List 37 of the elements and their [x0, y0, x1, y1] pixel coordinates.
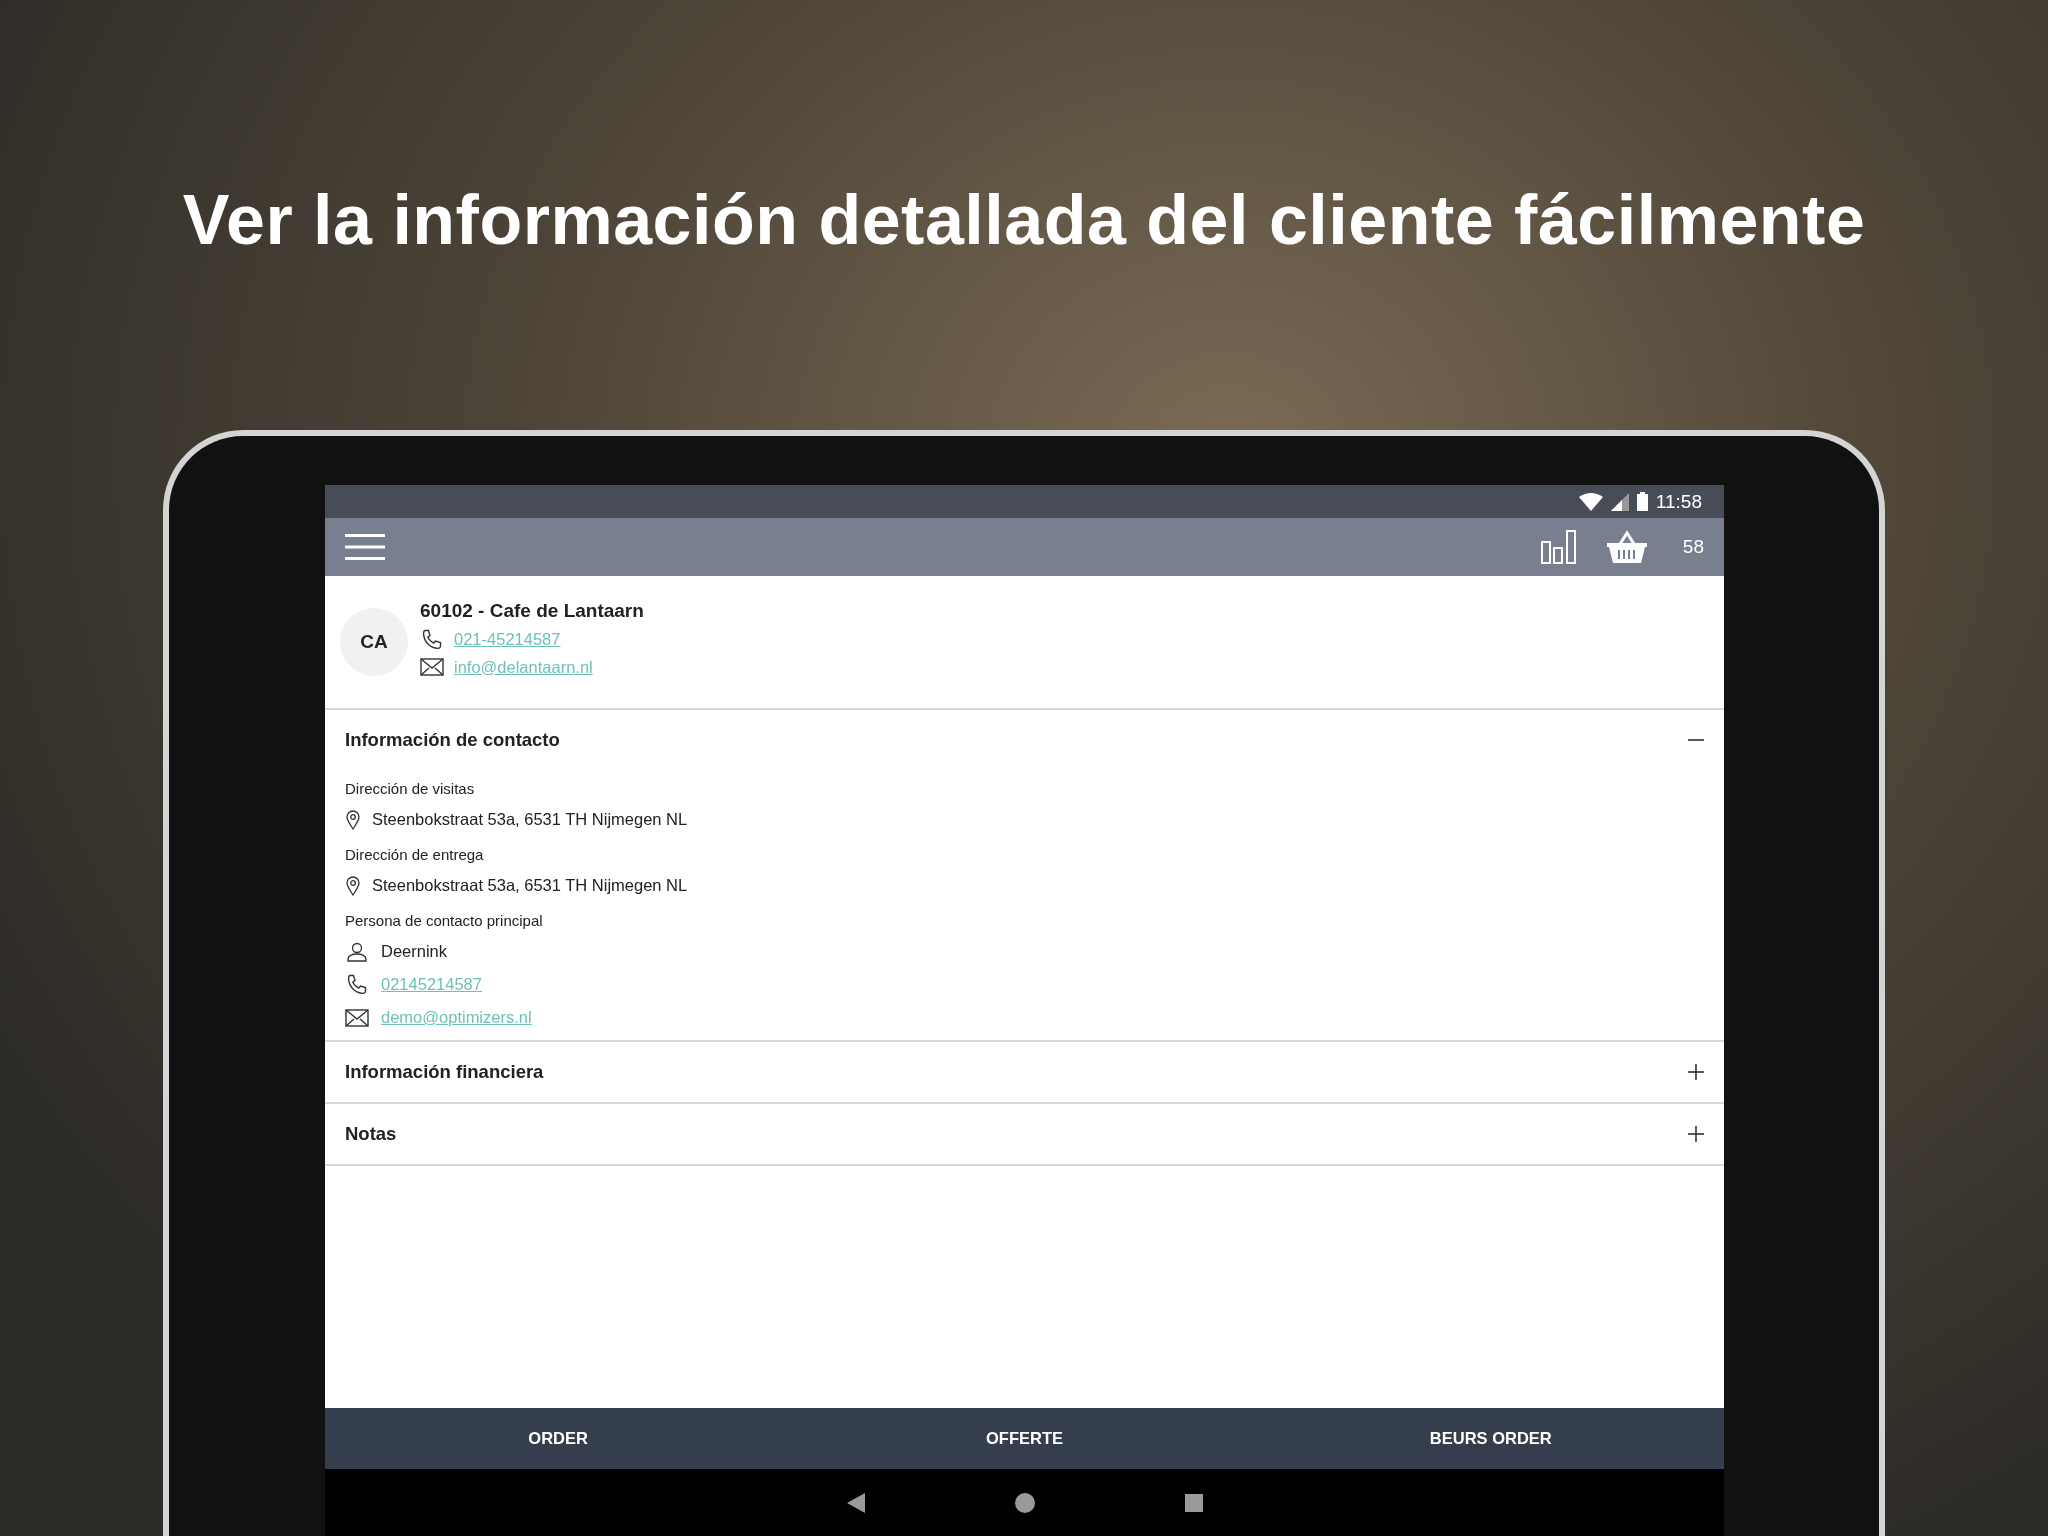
cart-count: 58: [1682, 536, 1704, 558]
section-header[interactable]: Notas: [325, 1104, 1724, 1164]
envelope-icon: [345, 1008, 369, 1027]
field-label: Dirección de visitas: [345, 778, 476, 799]
battery-icon: [1636, 492, 1648, 511]
envelope-icon: [420, 658, 444, 676]
location-pin-icon: [346, 875, 360, 896]
section-title: Información de contacto: [345, 729, 560, 751]
location-pin-icon: [346, 809, 360, 830]
recents-icon[interactable]: [1184, 1493, 1203, 1512]
field-label: Dirección de entrega: [345, 844, 485, 865]
contact-name: Deernink: [381, 942, 448, 961]
menu-icon: [345, 533, 385, 561]
customer-name: 60102 - Cafe de Lantaarn: [420, 599, 644, 622]
menu-button[interactable]: [345, 533, 385, 561]
phone-icon: [345, 972, 369, 997]
section-header[interactable]: Información de contacto: [325, 710, 1724, 770]
bottom-bar-button[interactable]: OFFERTE: [791, 1408, 1258, 1469]
clock-time: 11:58: [1655, 490, 1702, 513]
headline: Ver la información detallada del cliente fácilmente: [182, 180, 1866, 260]
section-title: Información financiera: [345, 1061, 544, 1083]
bar-chart-icon[interactable]: [1540, 530, 1577, 564]
bottom-bar-button[interactable]: BEURS ORDER: [1257, 1408, 1724, 1469]
wifi-icon: [1578, 492, 1603, 511]
address-text: Steenbokstraat 53a, 6531 TH Nijmegen NL: [372, 810, 688, 829]
basket-icon[interactable]: [1606, 530, 1647, 564]
back-icon[interactable]: [846, 1492, 865, 1513]
home-icon[interactable]: [1014, 1492, 1035, 1513]
bottom-bar-button[interactable]: ORDER: [325, 1408, 792, 1469]
signal-icon: [1610, 492, 1629, 511]
address-text: Steenbokstraat 53a, 6531 TH Nijmegen NL: [372, 876, 688, 895]
section-header[interactable]: Información financiera: [325, 1042, 1724, 1102]
section-title: Notas: [345, 1123, 397, 1145]
person-icon: [347, 941, 367, 962]
phone-icon: [420, 627, 444, 652]
customer-avatar: CA: [340, 608, 408, 676]
field-label: Persona de contacto principal: [345, 910, 544, 931]
